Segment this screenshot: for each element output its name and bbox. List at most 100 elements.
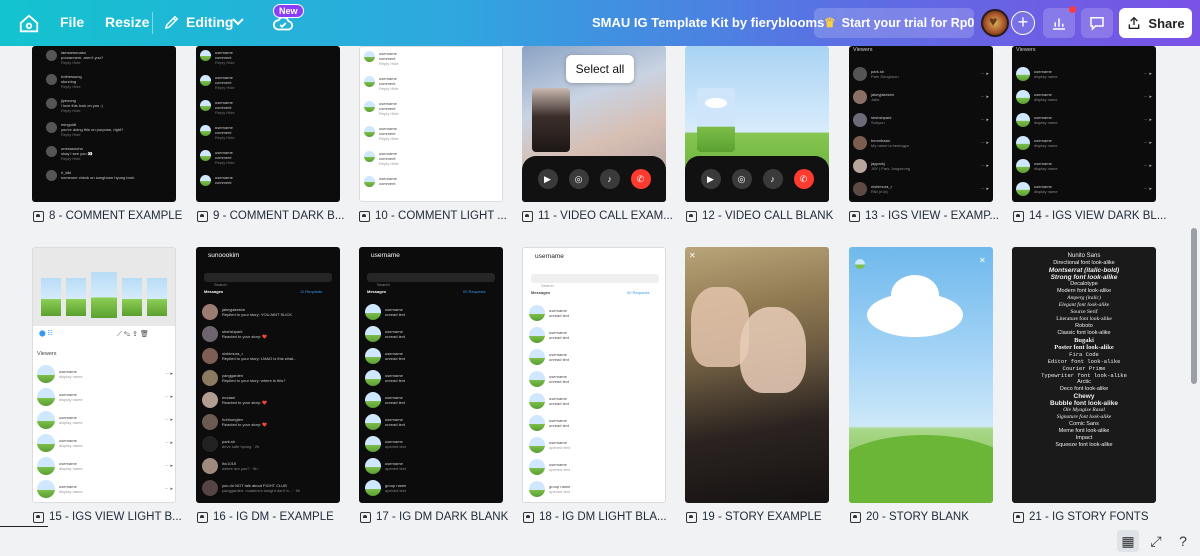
page-thumbnail-14[interactable]: Viewers username display name ··· ➤ userna… <box>1012 46 1156 202</box>
page-caption[interactable]: 8 - COMMENT EXAMPLE <box>33 210 182 222</box>
list-item: username unread text <box>365 323 497 345</box>
page-caption[interactable]: 15 - IGS VIEW LIGHT B... <box>33 511 182 523</box>
page-caption[interactable]: 9 - COMMENT DARK B... <box>197 210 344 222</box>
page-caption[interactable]: 13 - IGS VIEW - EXAMP... <box>849 210 999 222</box>
pencil-icon[interactable] <box>163 13 181 31</box>
page-thumbnail-13[interactable]: Viewers park.sh Park Sunghoon ··· ➤ jakeyj… <box>849 46 993 202</box>
list-item: group name opened text <box>365 477 497 499</box>
camera-flip-icon[interactable]: ◎ <box>568 169 589 189</box>
page-caption[interactable]: 16 - IG DM - EXAMPLE <box>197 511 334 523</box>
resize-menu[interactable]: Resize <box>105 14 149 30</box>
list-item: ri_kiki someone check on sunghoon hyung b… <box>46 170 134 194</box>
editing-mode-menu[interactable]: Editing <box>186 14 233 30</box>
list-item: username comment <box>200 175 235 200</box>
page-thumbnail-15[interactable]: ⬤ ☷ ⟋ ✎ ⇪ 🗑 Viewers username display name… <box>32 247 176 503</box>
page-caption[interactable]: 11 - VIDEO CALL EXAM... <box>522 210 673 222</box>
requests-label: 00 Requests <box>627 290 650 295</box>
page-thumbnail-12[interactable]: ▶ ◎ ♪ ✆ <box>685 46 829 202</box>
page-thumbnail-9[interactable]: username comment Reply Hide username commen… <box>196 46 340 202</box>
call-controls: ▶ ◎ ♪ ✆ <box>685 156 829 202</box>
page-caption[interactable]: 10 - COMMENT LIGHT ... <box>359 210 507 222</box>
list-item: username opened text <box>365 433 497 455</box>
list-item: username comment Reply Hide <box>200 75 235 100</box>
list-item: Source Serif Literature font look-alike <box>1056 309 1112 322</box>
select-all-button[interactable]: Select all <box>566 55 634 83</box>
list-item: nishimura_r Riki (ri.ki) ··· ➤ <box>853 177 989 200</box>
list-item: username opened text <box>365 455 497 477</box>
add-collaborator-button[interactable]: + <box>1011 11 1035 35</box>
upload-icon <box>1129 16 1140 29</box>
page-thumbnail-17[interactable]: username Search Messages 00 Requests use… <box>359 247 503 503</box>
page-thumbnail-20[interactable]: ✕ <box>849 247 993 503</box>
page-thumbnail-10[interactable]: username comment Reply Hide username commen… <box>359 46 503 202</box>
home-icon[interactable] <box>18 13 40 35</box>
page-thumbnail-16[interactable]: sunoookim Search Messages 11 Requests ja… <box>196 247 340 503</box>
mic-icon[interactable]: ♪ <box>762 169 783 189</box>
start-trial-button[interactable]: ♛ Start your trial for Rp0 <box>814 8 974 38</box>
page-icon <box>850 511 861 523</box>
hill <box>849 435 993 503</box>
story-strip <box>33 248 175 326</box>
page-thumbnail-18[interactable]: username Search Messages 00 Requests use… <box>522 247 666 503</box>
page-caption[interactable]: 19 - STORY EXAMPLE <box>686 511 822 523</box>
viewers-heading: Viewers <box>1016 47 1036 53</box>
video-icon[interactable]: ▶ <box>537 169 558 189</box>
page-caption[interactable]: 12 - VIDEO CALL BLANK <box>686 210 833 222</box>
self-preview <box>532 88 570 152</box>
notification-dot <box>1069 6 1076 13</box>
list-item: modani Reacted to your story: ❤️ <box>202 389 334 411</box>
camera-flip-icon[interactable]: ◎ <box>731 169 752 189</box>
page-thumbnail-8[interactable]: iamsamunaso poorannem, aren't you? Reply H… <box>32 46 176 202</box>
viewer-list: username display name ··· ➤ username displa… <box>1016 62 1152 200</box>
list-item: username display name ··· ➤ <box>37 477 173 500</box>
list-item: huhhunglen Reacted to your story: ❤️ <box>202 411 334 433</box>
list-item: username comment Reply Hide <box>200 100 235 125</box>
viewer-list: username display name ··· ➤ username displa… <box>37 362 173 500</box>
requests-label: 11 Requests <box>300 289 323 294</box>
comment-list: username comment Reply Hide username commen… <box>200 50 235 200</box>
font-list: Nunito Sans Directional font look-alike M… <box>1012 253 1156 449</box>
list-item: Amperg (italic) Elegant font look-alike <box>1058 295 1110 308</box>
list-item: username unread text <box>365 389 497 411</box>
list-item: username display name ··· ➤ <box>37 385 173 408</box>
grid-view-icon[interactable]: ▦ <box>1117 530 1139 552</box>
document-title[interactable]: SMAU IG Template Kit by fieryblooms <box>592 15 824 30</box>
list-item: username display name ··· ➤ <box>37 431 173 454</box>
page-caption[interactable]: 14 - IGS VIEW DARK BL... <box>1013 210 1166 222</box>
list-item: minguidt you're doing this on purpose, ri… <box>46 122 134 146</box>
share-button[interactable]: Share <box>1119 8 1192 38</box>
list-item: you do NOT talk about FIGHT CLUB yanggard… <box>202 477 334 499</box>
page-caption[interactable]: 21 - IG STORY FONTS <box>1013 511 1149 523</box>
mic-icon[interactable]: ♪ <box>599 169 620 189</box>
list-item: Arctic Deco font look-alike <box>1059 379 1109 392</box>
vertical-scrollbar-thumb[interactable] <box>1191 228 1197 384</box>
fullscreen-icon[interactable]: ⤢ <box>1145 530 1167 552</box>
help-icon[interactable]: ? <box>1172 530 1194 552</box>
comments-button[interactable] <box>1081 8 1113 38</box>
self-preview <box>697 88 735 152</box>
end-call-icon[interactable]: ✆ <box>793 169 814 189</box>
list-item: username display name ··· ➤ <box>37 454 173 477</box>
cloud <box>891 275 939 315</box>
share-label: Share <box>1148 15 1185 31</box>
file-menu[interactable]: File <box>60 14 84 30</box>
chevron-down-icon[interactable] <box>232 17 244 27</box>
video-icon[interactable]: ▶ <box>700 169 721 189</box>
viewers-heading: Viewers <box>37 351 57 357</box>
dm-search: Search <box>204 273 332 287</box>
list-item: username opened text <box>529 434 661 456</box>
page-icon <box>359 210 370 222</box>
list-item: username opened text <box>529 456 661 478</box>
list-item: username unread text <box>529 302 661 324</box>
list-item: username display name ··· ➤ <box>1016 85 1152 108</box>
end-call-icon[interactable]: ✆ <box>630 169 651 189</box>
page-caption[interactable]: 17 - IG DM DARK BLANK <box>360 511 508 523</box>
list-item: jakeyjakesim Jake ··· ➤ <box>853 85 989 108</box>
page-caption[interactable]: 18 - IG DM LIGHT BLA... <box>523 511 667 523</box>
crown-icon: ♛ <box>824 15 836 30</box>
page-thumbnail-19[interactable]: ✕ <box>685 247 829 503</box>
page-caption[interactable]: 20 - STORY BLANK <box>850 511 969 523</box>
avatar[interactable] <box>981 9 1009 37</box>
page-thumbnail-21[interactable]: Nunito Sans Directional font look-alike M… <box>1012 247 1156 503</box>
list-item: username display name ··· ➤ <box>37 408 173 431</box>
